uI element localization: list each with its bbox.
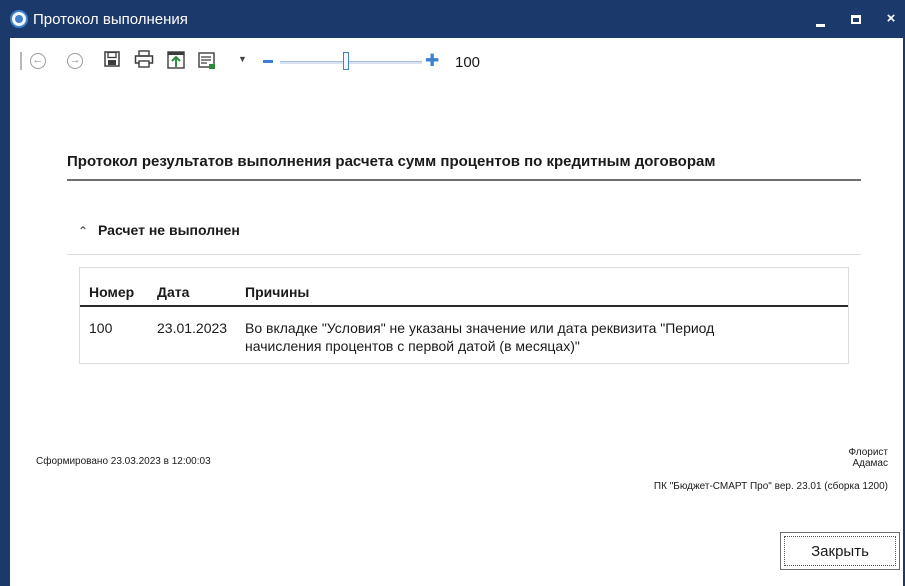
minimize-icon (816, 24, 825, 27)
forward-icon[interactable]: → (67, 53, 83, 69)
maximize-button[interactable] (838, 0, 874, 38)
export-icon[interactable] (166, 50, 186, 70)
header-divider (80, 305, 848, 307)
app-icon (10, 10, 28, 28)
more-dropdown-icon[interactable]: ▼ (238, 54, 247, 64)
email-icon[interactable] (197, 50, 217, 70)
print-icon[interactable] (134, 50, 154, 70)
cell-date: 23.01.2023 (157, 320, 228, 336)
report-title: Протокол результатов выполнения расчета … (67, 153, 716, 170)
section-header[interactable]: ⌃ Расчет не выполнен (78, 222, 240, 242)
zoom-out-icon[interactable] (263, 60, 273, 63)
column-header-date: Дата (157, 284, 190, 300)
chevron-up-icon[interactable]: ⌃ (78, 224, 92, 238)
report-window: Протокол выполнения × ← → ▼ ✚ 100 Проток… (0, 0, 905, 586)
cell-reason-line: начисления процентов с первой датой (в м… (245, 338, 580, 354)
title-divider (67, 179, 861, 181)
back-icon[interactable]: ← (30, 53, 46, 69)
window-title: Протокол выполнения (33, 11, 188, 28)
toolbar-separator (20, 52, 22, 70)
section-label: Расчет не выполнен (98, 222, 240, 238)
section-divider (67, 254, 861, 255)
cell-number: 100 (89, 320, 113, 336)
title-bar[interactable]: Протокол выполнения × (0, 0, 905, 38)
column-header-number: Номер (89, 284, 135, 300)
window-left-border (0, 0, 10, 586)
close-button[interactable]: Закрыть (780, 532, 900, 570)
column-header-reasons: Причины (245, 284, 310, 300)
maximize-icon (851, 15, 861, 24)
results-table: Номер Дата Причины 100 23.01.2023 Во вкл… (79, 267, 849, 364)
generated-timestamp: Сформировано 23.03.2023 в 12:00:03 (36, 456, 211, 467)
zoom-value: 100 (455, 54, 481, 71)
cell-reason-line: Во вкладке "Условия" не указаны значение… (245, 320, 715, 336)
minimize-button[interactable] (802, 0, 838, 38)
user-name-line: Флорист (848, 447, 888, 458)
zoom-slider-thumb[interactable] (343, 52, 349, 70)
user-name: Флорист Адамас (848, 447, 888, 469)
cell-reason: Во вкладке "Условия" не указаны значение… (245, 319, 714, 355)
user-name-line: Адамас (852, 458, 888, 469)
window-close-button[interactable]: × (873, 0, 905, 38)
toolbar: ← → ▼ ✚ 100 (12, 48, 892, 74)
zoom-slider-track[interactable] (280, 61, 422, 64)
close-icon: × (886, 10, 896, 27)
product-version: ПК "Бюджет-СМАРТ Про" вер. 23.01 (сборка… (653, 481, 888, 492)
zoom-in-icon[interactable]: ✚ (425, 52, 439, 70)
save-icon[interactable] (103, 50, 123, 70)
